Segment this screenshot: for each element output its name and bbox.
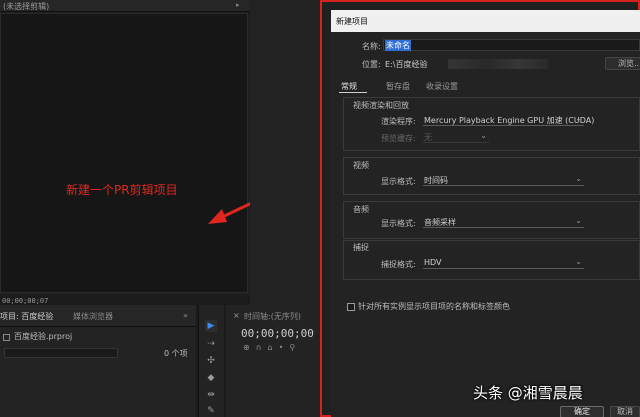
project-item-count: 0 个项 <box>164 349 188 358</box>
razor-tool-icon[interactable]: ◆ <box>205 372 217 384</box>
ripple-edit-tool-icon[interactable]: ✣ <box>205 355 217 367</box>
show-label-color-label[interactable]: 针对所有实例显示项目项的名称和标签颜色 <box>358 301 510 312</box>
timeline-toolbar-icons[interactable]: ⊕∩⌂•⚲ <box>243 343 301 352</box>
close-icon[interactable]: × <box>233 311 240 320</box>
preview-cache-select[interactable]: 无 ⌄ <box>423 131 489 143</box>
tab-ingest-settings[interactable]: 收录设置 <box>426 81 458 92</box>
video-display-format-value: 时间码 <box>424 176 448 185</box>
tab-scratch-disks[interactable]: 暂存盘 <box>386 81 410 92</box>
tab-project[interactable]: 项目: 百度经验 <box>0 311 53 322</box>
ok-button[interactable]: 确定 <box>560 406 604 417</box>
renderer-label: 渲染程序: <box>381 117 416 126</box>
timeline-timecode[interactable]: 00;00;00;00 <box>241 327 314 340</box>
capture-group-title: 捕捉 <box>353 243 369 252</box>
panel-menu-icon[interactable]: ▸ <box>236 1 240 9</box>
audio-group-title: 音频 <box>353 205 369 214</box>
selection-tool-icon[interactable]: ▶ <box>205 320 217 332</box>
renderer-select[interactable]: Mercury Playback Engine GPU 加速 (CUDA) ⌄ <box>423 114 594 126</box>
renderer-select-value: Mercury Playback Engine GPU 加速 (CUDA) <box>424 116 595 125</box>
dialog-title: 新建项目 <box>336 17 368 26</box>
pen-tool-icon[interactable]: ✎ <box>205 405 217 417</box>
chevron-down-icon: ⌄ <box>575 216 582 225</box>
video-group-title: 视频 <box>353 161 369 170</box>
source-timecode[interactable]: 00;00;00;07 <box>2 297 48 305</box>
capture-format-value: HDV <box>424 258 442 267</box>
video-display-format-select[interactable]: 时间码 ⌄ <box>423 174 584 186</box>
project-search-input[interactable] <box>4 348 118 358</box>
dialog-titlebar[interactable] <box>331 10 640 32</box>
project-file-icon <box>3 334 10 341</box>
chevron-down-icon: ⌄ <box>575 114 582 123</box>
location-label: 位置: <box>362 60 381 69</box>
capture-format-select[interactable]: HDV ⌄ <box>423 257 584 269</box>
project-name-input[interactable] <box>383 39 640 51</box>
source-monitor-title[interactable]: (未选择剪辑) <box>3 1 49 12</box>
more-tabs-icon[interactable]: » <box>183 311 188 320</box>
chevron-down-icon: ⌄ <box>575 257 582 266</box>
project-file-name[interactable]: 百度经验.prproj <box>14 331 72 342</box>
audio-display-format-select[interactable]: 音频采样 ⌄ <box>423 216 584 228</box>
main-window-background <box>250 0 320 305</box>
preview-cache-label: 预览缓存: <box>381 134 416 143</box>
tab-media-browser[interactable]: 媒体浏览器 <box>73 311 113 322</box>
track-select-tool-icon[interactable]: ⇢ <box>205 338 217 350</box>
chevron-down-icon: ⌄ <box>480 131 487 140</box>
tab-general[interactable]: 常规 <box>341 81 357 92</box>
cancel-button[interactable]: 取消 <box>610 406 640 417</box>
video-display-format-label: 显示格式: <box>381 177 416 186</box>
chevron-down-icon: ⌄ <box>575 174 582 183</box>
slip-tool-icon[interactable]: ⇹ <box>205 389 217 401</box>
active-tab-indicator <box>339 92 367 93</box>
browse-button[interactable]: 浏览... <box>605 57 640 70</box>
annotation-label: 新建一个PR剪辑项目 <box>66 183 178 197</box>
renderer-group-title: 视频渲染和回放 <box>353 101 409 110</box>
watermark: 头条 @湘雪晨晨 <box>473 384 583 402</box>
location-path[interactable]: E:\百度经验 <box>385 59 427 70</box>
preview-cache-value: 无 <box>424 133 432 142</box>
project-name-value[interactable]: 未命名 <box>385 40 411 51</box>
show-label-color-checkbox[interactable] <box>347 303 355 311</box>
capture-format-label: 捕捉格式: <box>381 260 416 269</box>
location-path-redacted <box>448 59 548 69</box>
source-monitor-viewport <box>0 13 248 293</box>
audio-display-format-value: 音频采样 <box>424 218 456 227</box>
name-label: 名称: <box>362 42 381 51</box>
tab-timeline[interactable]: 时间轴:(无序列) <box>244 311 301 322</box>
audio-display-format-label: 显示格式: <box>381 219 416 228</box>
